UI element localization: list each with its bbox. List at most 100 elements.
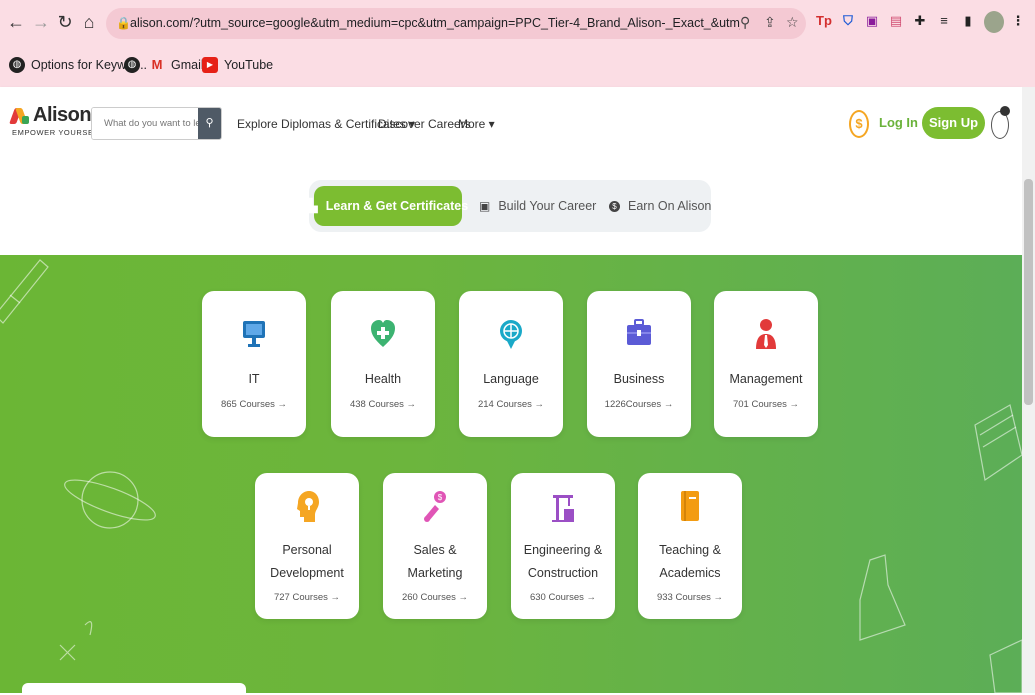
url-text[interactable]: alison.com/?utm_source=google&utm_medium…	[130, 16, 740, 30]
menu-kebab-icon[interactable]: ⋮	[1009, 11, 1027, 31]
browser-toolbar: ← → ↻ ⌂ 🔒 alison.com/?utm_source=google&…	[0, 0, 1035, 46]
course-search: ⚲	[91, 107, 222, 140]
shield-extension-icon[interactable]: ⛉	[839, 11, 857, 31]
logo-wordmark: Alison	[33, 104, 92, 126]
category-card-engineering-construction[interactable]: Engineering & Construction 630 Courses →	[511, 473, 615, 619]
home-icon[interactable]: ⌂	[78, 10, 100, 34]
category-name: Development	[270, 566, 344, 580]
planet-doodle	[64, 471, 156, 529]
notion-extension-icon[interactable]: ▣	[863, 11, 881, 31]
share-icon[interactable]: ⇪	[764, 14, 776, 31]
briefcase-icon	[587, 317, 691, 353]
bookmark-label: Gmail	[171, 58, 204, 72]
category-card-language[interactable]: Language 214 Courses →	[459, 291, 563, 437]
category-card-business[interactable]: Business 1226Courses →	[587, 291, 691, 437]
category-card-health[interactable]: Health 438 Courses →	[331, 291, 435, 437]
tab-label: Build Your Career	[498, 199, 597, 213]
certificate-icon: ▙	[307, 198, 318, 213]
book-doodle-bottom	[989, 639, 1022, 693]
globe-chat-icon	[459, 317, 563, 353]
alison-logo[interactable]: Alison EMPOWER YOURSELF	[9, 104, 104, 137]
pencil-doodle	[0, 259, 49, 324]
notification-dot	[1000, 106, 1010, 116]
forward-icon[interactable]: →	[30, 10, 52, 34]
zoom-icon[interactable]: ⚲	[740, 14, 750, 31]
category-count: 701 Courses →	[732, 399, 799, 410]
globe-icon: ◍	[124, 57, 140, 73]
nav-discover-careers[interactable]: Discover Careers	[378, 117, 471, 131]
category-name: Academics	[659, 566, 721, 580]
nav-more[interactable]: More ▾	[458, 117, 495, 131]
bookmarks-bar: ◍ Options for Keywor... ◍ M Gmail ▶ YouT…	[0, 50, 1035, 78]
page-scrollbar[interactable]	[1022, 87, 1035, 693]
category-name: IT	[248, 372, 260, 386]
logo-tagline: EMPOWER YOURSELF	[12, 128, 104, 137]
gmail-icon: M	[151, 57, 163, 72]
translate-extension-icon[interactable]: ▤	[887, 11, 905, 31]
next-section-card	[22, 683, 246, 695]
crane-icon	[511, 489, 615, 525]
scrollbar-thumb[interactable]	[1024, 179, 1033, 405]
category-count: 214 Courses →	[477, 399, 544, 410]
youtube-icon: ▶	[202, 57, 218, 73]
category-card-personal-development[interactable]: Personal Development 727 Courses →	[255, 473, 359, 619]
signup-button[interactable]: Sign Up	[922, 107, 985, 139]
tab-label: Earn On Alison	[628, 199, 712, 213]
address-bar[interactable]: 🔒 alison.com/?utm_source=google&utm_medi…	[106, 8, 806, 39]
svg-text:$: $	[438, 493, 443, 502]
login-link[interactable]: Log In	[879, 115, 918, 130]
bookmark-star-icon[interactable]: ☆	[786, 14, 799, 31]
back-icon[interactable]: ←	[5, 10, 27, 34]
heart-plus-icon	[331, 317, 435, 353]
book-doodle	[974, 404, 1022, 482]
reload-icon[interactable]: ↻	[54, 10, 76, 34]
puzzle-extensions-icon[interactable]: ✚	[911, 11, 929, 31]
globe-icon: ◍	[9, 57, 25, 73]
category-name: Sales &	[413, 543, 457, 557]
category-count: 438 Courses →	[349, 399, 416, 410]
side-panel-icon[interactable]: ▮	[959, 11, 977, 31]
category-name: Business	[613, 372, 665, 386]
tab-label: Learn & Get Certificates	[325, 199, 469, 213]
monitor-icon	[202, 317, 306, 353]
alison-logo-mark	[9, 107, 30, 124]
category-card-sales-marketing[interactable]: $ Sales & Marketing 260 Courses →	[383, 473, 487, 619]
math-doodle	[59, 621, 93, 661]
briefcase-icon: ▣	[479, 199, 491, 213]
tab-earn-on-alison[interactable]: $ Earn On Alison	[609, 186, 711, 226]
flask-doodle	[859, 554, 906, 641]
category-count: 933 Courses →	[656, 592, 723, 603]
bookmark-youtube[interactable]: ▶ YouTube	[202, 54, 273, 76]
category-count: 865 Courses →	[220, 399, 287, 410]
book-icon	[638, 489, 742, 525]
category-card-it[interactable]: IT 865 Courses →	[202, 291, 306, 437]
category-name: Marketing	[407, 566, 463, 580]
bookmark-gmail[interactable]: M Gmail	[149, 54, 204, 76]
lock-icon: 🔒	[116, 16, 131, 30]
search-icon: ⚲	[205, 117, 214, 129]
bookmark-label: YouTube	[224, 58, 274, 72]
reading-list-icon[interactable]: ≡	[935, 11, 953, 31]
coin-icon[interactable]: $	[849, 110, 869, 138]
category-card-teaching-academics[interactable]: Teaching & Academics 933 Courses →	[638, 473, 742, 619]
tab-build-your-career[interactable]: ▣ Build Your Career	[479, 186, 596, 226]
category-name: Personal	[282, 543, 332, 557]
category-count: 1226Courses →	[604, 399, 674, 410]
search-input[interactable]	[92, 108, 199, 139]
profile-avatar-icon[interactable]	[984, 11, 1004, 33]
dollar-coin-icon: $	[609, 200, 620, 212]
megaphone-icon: $	[383, 489, 487, 525]
category-name: Language	[483, 372, 539, 386]
category-card-management[interactable]: Management 701 Courses →	[714, 291, 818, 437]
search-button[interactable]: ⚲	[198, 108, 221, 139]
bookmark-globe[interactable]: ◍	[124, 54, 140, 76]
category-count: 260 Courses →	[401, 592, 468, 603]
category-count: 727 Courses →	[273, 592, 340, 603]
manager-person-icon	[714, 317, 818, 353]
feature-tabs: ▙ Learn & Get Certificates ▣ Build Your …	[308, 180, 711, 232]
category-name: Health	[364, 372, 402, 386]
head-bulb-icon	[255, 489, 359, 525]
category-name: Management	[729, 372, 803, 386]
tab-learn-get-certificates[interactable]: ▙ Learn & Get Certificates	[308, 186, 468, 226]
tp-extension-icon[interactable]: Tp	[815, 11, 833, 31]
